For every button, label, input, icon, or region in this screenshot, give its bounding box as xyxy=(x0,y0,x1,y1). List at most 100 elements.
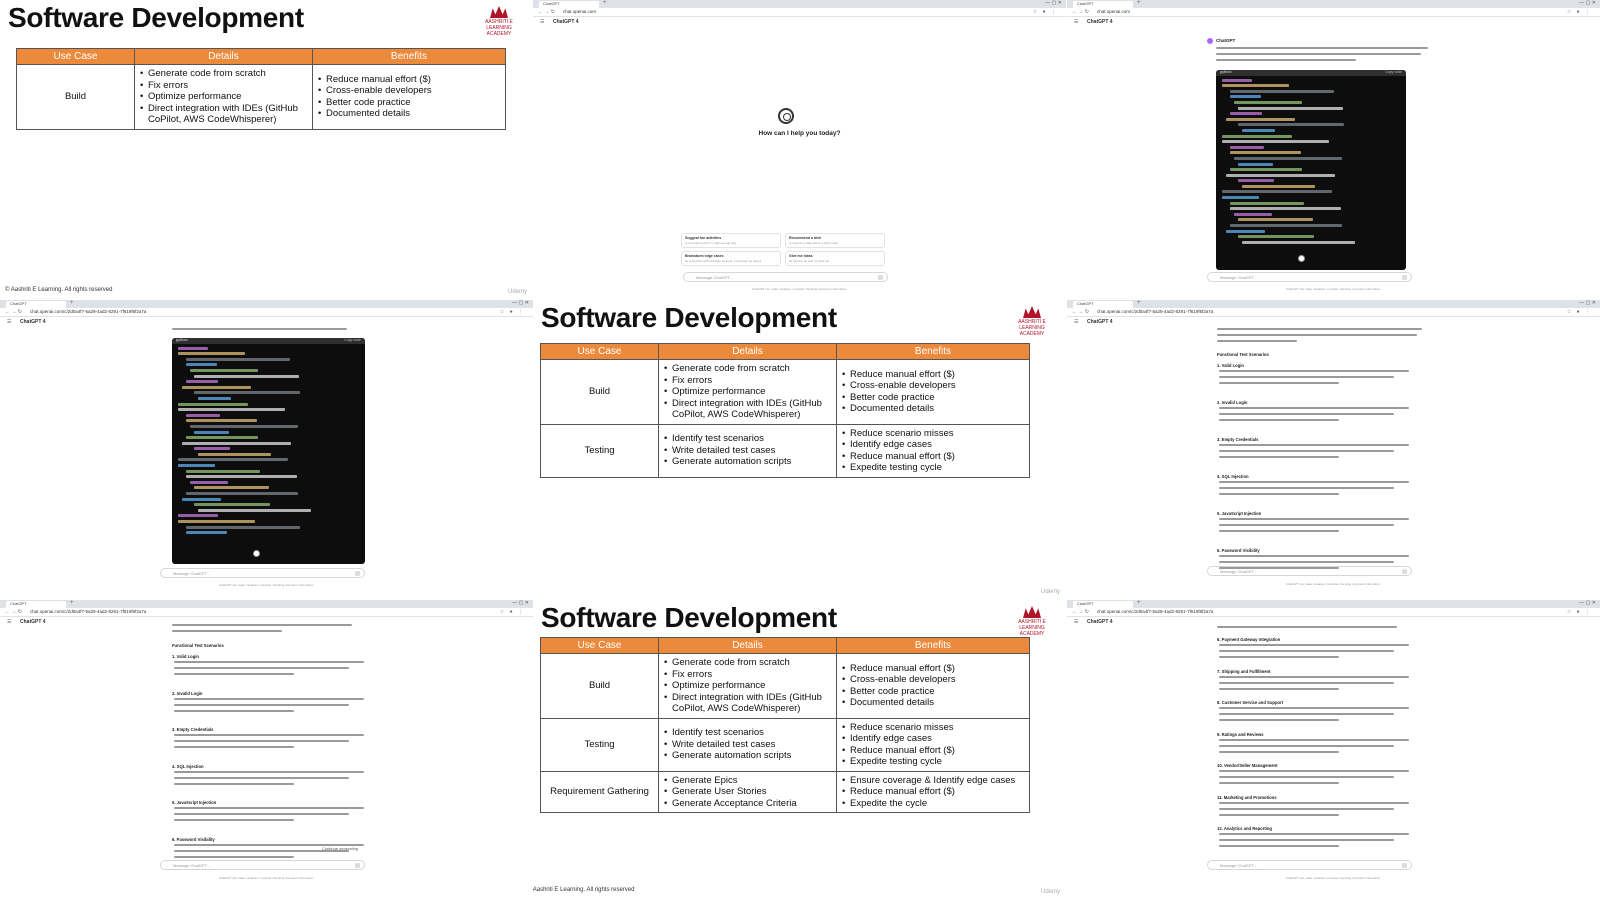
url-text[interactable]: chat.openai.com/c/2d0a4f7-5a29-4ad2-8291… xyxy=(1097,309,1213,314)
new-tab-icon[interactable]: + xyxy=(1137,300,1141,306)
suggestion-card[interactable]: Recommend a dish to impress a date who's … xyxy=(785,233,885,248)
bullet-item: Identify test scenarios xyxy=(664,433,831,445)
url-text[interactable]: chat.openai.com/c/2d0a4f7-5a29-4ad2-8291… xyxy=(1097,609,1213,614)
address-bar[interactable]: ← → ↻ chat.openai.com/c/2d0a4f7-5a29-4ad2… xyxy=(0,608,533,617)
code-line xyxy=(194,447,230,451)
model-selector[interactable]: ChatGPT 4 xyxy=(553,19,579,25)
bullet-item: Expedite testing cycle xyxy=(842,462,1024,474)
address-bar[interactable]: ← → ↻ chat.openai.com ☆ ● ⋮ xyxy=(533,8,1066,17)
text-line xyxy=(1219,813,1339,816)
text-line xyxy=(1216,59,1356,62)
message-input[interactable]: Message ChatGPT... xyxy=(683,272,888,282)
nav-arrows-icon[interactable]: ← → ↻ xyxy=(1072,9,1089,15)
table-row: TestingIdentify test scenariosWrite deta… xyxy=(540,717,1030,772)
extensions-icon[interactable]: ☆ ● ⋮ xyxy=(1033,9,1058,15)
bullet-item: Reduce scenario misses xyxy=(842,428,1024,440)
message-input[interactable]: Message ChatGPT... xyxy=(1207,272,1412,282)
bullet-item: Cross-enable developers xyxy=(842,380,1024,392)
window-controls-icon[interactable]: — ▢ ✕ xyxy=(1579,300,1596,306)
benefits-cell: Reduce manual effort ($)Cross-enable dev… xyxy=(836,653,1030,719)
address-bar[interactable]: ← → ↻ chat.openai.com/c/2d0a4f7-5a29-4ad2… xyxy=(1067,308,1600,317)
new-tab-icon[interactable]: + xyxy=(70,300,74,306)
window-controls-icon[interactable]: — ▢ ✕ xyxy=(512,600,529,606)
scroll-down-button[interactable] xyxy=(253,550,260,557)
new-tab-icon[interactable]: + xyxy=(70,600,74,606)
bullet-item: Fix errors xyxy=(664,669,831,681)
code-line xyxy=(1238,218,1313,222)
section-heading: 12. Analytics and Reporting xyxy=(1217,826,1272,831)
bullet-item: Expedite testing cycle xyxy=(842,756,1024,768)
url-text[interactable]: chat.openai.com/c/2d0a4f7-5a29-4ad2-8291… xyxy=(30,309,146,314)
new-tab-icon[interactable]: + xyxy=(603,0,607,6)
nav-arrows-icon[interactable]: ← → ↻ xyxy=(5,309,22,315)
text-line xyxy=(174,734,364,737)
code-line xyxy=(194,391,300,395)
details-cell: Identify test scenariosWrite detailed te… xyxy=(658,717,837,772)
model-selector[interactable]: ChatGPT 4 xyxy=(20,619,46,625)
nav-arrows-icon[interactable]: ← → ↻ xyxy=(1072,309,1089,315)
sidebar-toggle-icon[interactable]: ☰ xyxy=(7,619,11,625)
message-input[interactable]: Message ChatGPT... xyxy=(1207,860,1412,870)
new-tab-icon[interactable]: + xyxy=(1137,600,1141,606)
url-text[interactable]: chat.openai.com xyxy=(1097,9,1130,14)
code-line xyxy=(1226,229,1265,233)
address-bar[interactable]: ← → ↻ chat.openai.com/c/2d0a4f7-5a29-4ad2… xyxy=(0,308,533,317)
extensions-icon[interactable]: ☆ ● ⋮ xyxy=(1567,609,1592,615)
nav-arrows-icon[interactable]: ← → ↻ xyxy=(1072,609,1089,615)
bullet-item: Identify edge cases xyxy=(842,733,1024,745)
browser-tab[interactable]: ChatGPT xyxy=(6,601,66,608)
code-line xyxy=(1238,235,1314,239)
chatgpt-requirements-tile: ChatGPT + — ▢ ✕ ← → ↻ chat.openai.com/c/2d0… xyxy=(1067,600,1600,899)
window-controls-icon[interactable]: — ▢ ✕ xyxy=(1579,0,1596,6)
window-controls-icon[interactable]: — ▢ ✕ xyxy=(512,300,529,306)
copy-code-button[interactable]: Copy code xyxy=(1385,70,1402,74)
text-line xyxy=(1219,738,1409,741)
browser-tab[interactable]: ChatGPT xyxy=(6,301,66,308)
extensions-icon[interactable]: ☆ ● ⋮ xyxy=(500,609,525,615)
window-controls-icon[interactable]: — ▢ ✕ xyxy=(1579,600,1596,606)
extensions-icon[interactable]: ☆ ● ⋮ xyxy=(500,309,525,315)
code-line xyxy=(186,531,227,535)
message-input[interactable]: Message ChatGPT... xyxy=(160,860,365,870)
url-text[interactable]: chat.openai.com/c/2d0a4f7-5a29-4ad2-8291… xyxy=(30,609,146,614)
text-line xyxy=(174,849,349,852)
details-cell: Identify test scenariosWrite detailed te… xyxy=(658,423,837,478)
nav-arrows-icon[interactable]: ← → ↻ xyxy=(5,609,22,615)
section-heading: 10. Vendor/Seller Management xyxy=(1217,763,1278,768)
browser-tab[interactable]: ChatGPT xyxy=(1073,601,1133,608)
code-line xyxy=(1230,224,1342,228)
code-line xyxy=(1238,179,1274,183)
sidebar-toggle-icon[interactable]: ☰ xyxy=(7,319,11,325)
slide-tile-build: Software Development AASHRITI E LEARNING… xyxy=(0,0,533,299)
address-bar[interactable]: ← → ↻ chat.openai.com ☆ ● ⋮ xyxy=(1067,8,1600,17)
address-bar[interactable]: ← → ↻ chat.openai.com/c/2d0a4f7-5a29-4ad2… xyxy=(1067,608,1600,617)
suggestion-card[interactable]: Give me ideas for what to do with my kids… xyxy=(785,251,885,266)
sidebar-toggle-icon[interactable]: ☰ xyxy=(1074,619,1078,625)
message-input[interactable]: Message ChatGPT... xyxy=(160,568,365,578)
suggestion-card[interactable]: Brainstorm edge cases for a function with… xyxy=(681,251,781,266)
nav-arrows-icon[interactable]: ← → ↻ xyxy=(538,9,555,15)
model-selector[interactable]: ChatGPT 4 xyxy=(1087,619,1113,625)
scroll-down-button[interactable] xyxy=(1298,255,1305,262)
extensions-icon[interactable]: ☆ ● ⋮ xyxy=(1567,309,1592,315)
window-controls-icon[interactable]: — ▢ ✕ xyxy=(1045,0,1062,6)
sidebar-toggle-icon[interactable]: ☰ xyxy=(1074,19,1078,25)
browser-tab[interactable]: ChatGPT xyxy=(539,1,599,8)
sidebar-toggle-icon[interactable]: ☰ xyxy=(540,19,544,25)
text-line xyxy=(174,746,294,749)
new-tab-icon[interactable]: + xyxy=(1137,0,1141,6)
model-selector[interactable]: ChatGPT 4 xyxy=(1087,19,1113,25)
suggestion-card[interactable]: Suggest fun activities to do indoors with… xyxy=(681,233,781,248)
model-selector[interactable]: ChatGPT 4 xyxy=(20,319,46,325)
sidebar-toggle-icon[interactable]: ☰ xyxy=(1074,319,1078,325)
model-selector[interactable]: ChatGPT 4 xyxy=(1087,319,1113,325)
extensions-icon[interactable]: ☆ ● ⋮ xyxy=(1567,9,1592,15)
code-line xyxy=(1230,168,1302,172)
browser-tab[interactable]: ChatGPT xyxy=(1073,1,1133,8)
url-text[interactable]: chat.openai.com xyxy=(563,9,596,14)
copy-code-button[interactable]: Copy code xyxy=(344,338,361,342)
benefits-cell: Reduce scenario missesIdentify edge case… xyxy=(836,423,1030,478)
browser-tab[interactable]: ChatGPT xyxy=(1073,301,1133,308)
text-line xyxy=(1219,675,1409,678)
text-line xyxy=(1219,656,1339,659)
